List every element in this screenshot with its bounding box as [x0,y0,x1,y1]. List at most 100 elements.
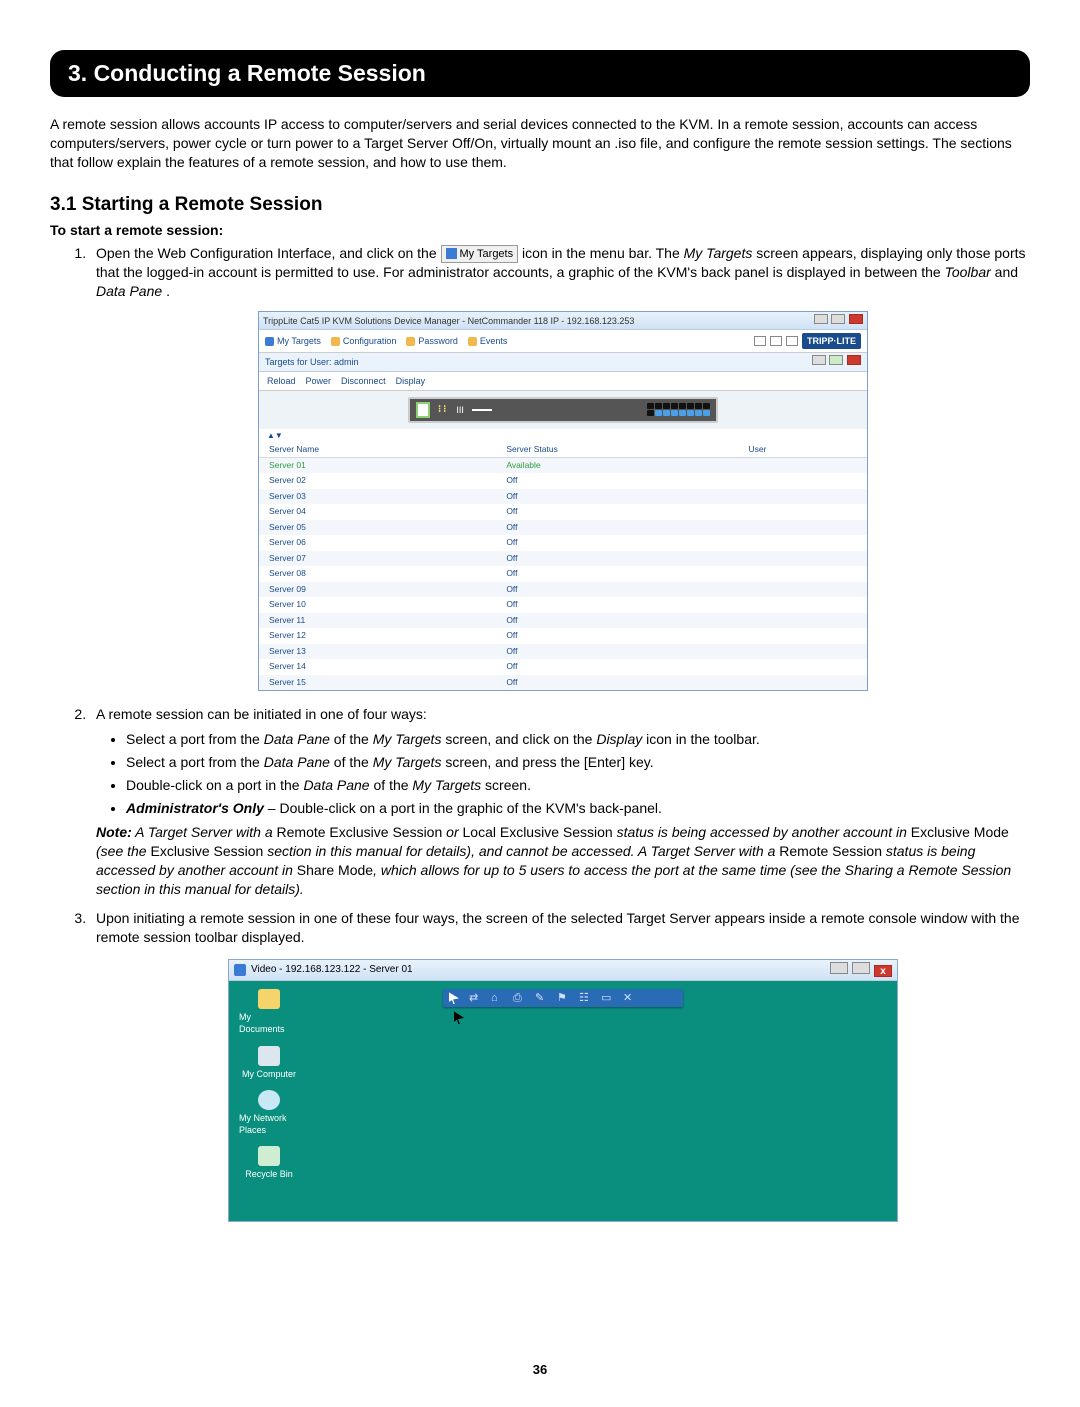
table-row[interactable]: Server 04Off [259,504,867,519]
user-cell [738,566,867,581]
window-titlebar: TrippLite Cat5 IP KVM Solutions Device M… [259,312,867,330]
user-cell [738,613,867,628]
my-computer-icon[interactable]: My Computer [239,1046,299,1080]
server-name-cell: Server 08 [259,566,496,581]
table-row[interactable]: Server 15Off [259,675,867,690]
cursor-icon [454,1011,464,1024]
min-icon[interactable] [812,355,826,365]
maximize-icon[interactable] [852,962,870,974]
connector-icon: ⁝⁝ [438,403,448,417]
remote-desktop[interactable]: ⇄ ⌂ ⎙ ✎ ⚑ ☷ ▭ ✕ My Documents My Computer… [229,981,897,1221]
server-status-cell: Off [496,504,738,519]
server-name-cell: Server 01 [259,458,496,474]
text: icon in the menu bar. The [522,245,684,261]
data-pane-italic: Data Pane [96,283,162,299]
col-server-name[interactable]: Server Name [259,442,496,458]
server-status-cell: Off [496,551,738,566]
session-toolbar[interactable]: ⇄ ⌂ ⎙ ✎ ⚑ ☷ ▭ ✕ [443,989,683,1007]
targets-for-user: Targets for User: admin [265,356,359,368]
close-icon[interactable]: x [874,965,892,977]
reload-button[interactable]: Reload [267,375,296,387]
header-icon[interactable] [786,336,798,346]
my-network-places-icon[interactable]: My Network Places [239,1090,299,1136]
subsection-heading: 3.1 Starting a Remote Session [50,194,1030,216]
power-port-icon [416,402,430,418]
table-row[interactable]: Server 08Off [259,566,867,581]
table-row[interactable]: Server 06Off [259,535,867,550]
way-3: Double-click on a port in the Data Pane … [126,776,1030,795]
header-icon[interactable] [754,336,766,346]
table-row[interactable]: Server 07Off [259,551,867,566]
close-icon[interactable] [849,314,863,324]
kvm-device[interactable]: ⁝⁝ III [408,397,718,423]
toolbar-icon[interactable]: ▭ [601,992,613,1004]
toolbar-close-icon[interactable]: ✕ [623,992,635,1004]
toolbar-icon[interactable]: ⇄ [469,992,481,1004]
text: . [166,283,170,299]
server-name-cell: Server 14 [259,659,496,674]
user-cell [738,628,867,643]
my-documents-icon[interactable]: My Documents [239,989,299,1035]
toolbar-icon[interactable]: ⚑ [557,992,569,1004]
display-button[interactable]: Display [396,375,426,387]
tab-events[interactable]: Events [468,335,508,347]
user-cell [738,551,867,566]
text: A remote session can be initiated in one… [96,706,427,722]
server-name-cell: Server 15 [259,675,496,690]
table-row[interactable]: Server 11Off [259,613,867,628]
toolbar-icon[interactable]: ✎ [535,992,547,1004]
table-row[interactable]: Server 09Off [259,582,867,597]
server-name-cell: Server 02 [259,473,496,488]
tab-my-targets[interactable]: My Targets [265,335,321,347]
restore-icon[interactable] [829,355,843,365]
user-cell [738,473,867,488]
minimize-icon[interactable] [830,962,848,974]
server-status-cell: Off [496,597,738,612]
server-status-cell: Available [496,458,738,474]
video-titlebar: Video - 192.168.123.122 - Server 01 x [229,960,897,982]
server-name-cell: Server 05 [259,520,496,535]
cursor-icon[interactable] [449,992,459,1004]
table-row[interactable]: Server 14Off [259,659,867,674]
close-icon[interactable] [847,355,861,365]
server-name-cell: Server 09 [259,582,496,597]
page-number: 36 [50,1362,1030,1377]
user-cell [738,675,867,690]
maximize-icon[interactable] [831,314,845,324]
kvm-back-panel: ⁝⁝ III [259,391,867,429]
server-status-cell: Off [496,473,738,488]
power-button[interactable]: Power [306,375,332,387]
toolbar-icon[interactable]: ☷ [579,992,591,1004]
to-start-label: To start a remote session: [50,222,1030,238]
window-title: TrippLite Cat5 IP KVM Solutions Device M… [263,315,634,327]
table-row[interactable]: Server 13Off [259,644,867,659]
toolbar-icon[interactable]: ⌂ [491,992,503,1004]
port-bank[interactable] [647,403,710,416]
tab-password[interactable]: Password [406,335,458,347]
recycle-bin-icon[interactable]: Recycle Bin [239,1146,299,1180]
header-icon[interactable] [770,336,782,346]
user-cell [738,644,867,659]
minimize-icon[interactable] [814,314,828,324]
table-row[interactable]: Server 10Off [259,597,867,612]
table-row[interactable]: Server 03Off [259,489,867,504]
my-targets-chip: My Targets [441,245,519,264]
chip-label: My Targets [460,247,514,262]
sort-indicator[interactable]: ▲▼ [259,429,867,442]
tab-configuration[interactable]: Configuration [331,335,397,347]
table-row[interactable]: Server 12Off [259,628,867,643]
server-name-cell: Server 10 [259,597,496,612]
disconnect-button[interactable]: Disconnect [341,375,386,387]
way-1: Select a port from the Data Pane of the … [126,730,1030,749]
toolbar-icon[interactable]: ⎙ [513,992,525,1004]
col-server-status[interactable]: Server Status [496,442,738,458]
table-row[interactable]: Server 02Off [259,473,867,488]
table-row[interactable]: Server 05Off [259,520,867,535]
col-user[interactable]: User [738,442,867,458]
window-buttons [813,314,863,327]
slot-icon [472,409,492,411]
server-status-cell: Off [496,613,738,628]
sub-titlebar: Targets for User: admin [259,353,867,371]
table-row[interactable]: Server 01Available [259,458,867,474]
server-status-cell: Off [496,644,738,659]
